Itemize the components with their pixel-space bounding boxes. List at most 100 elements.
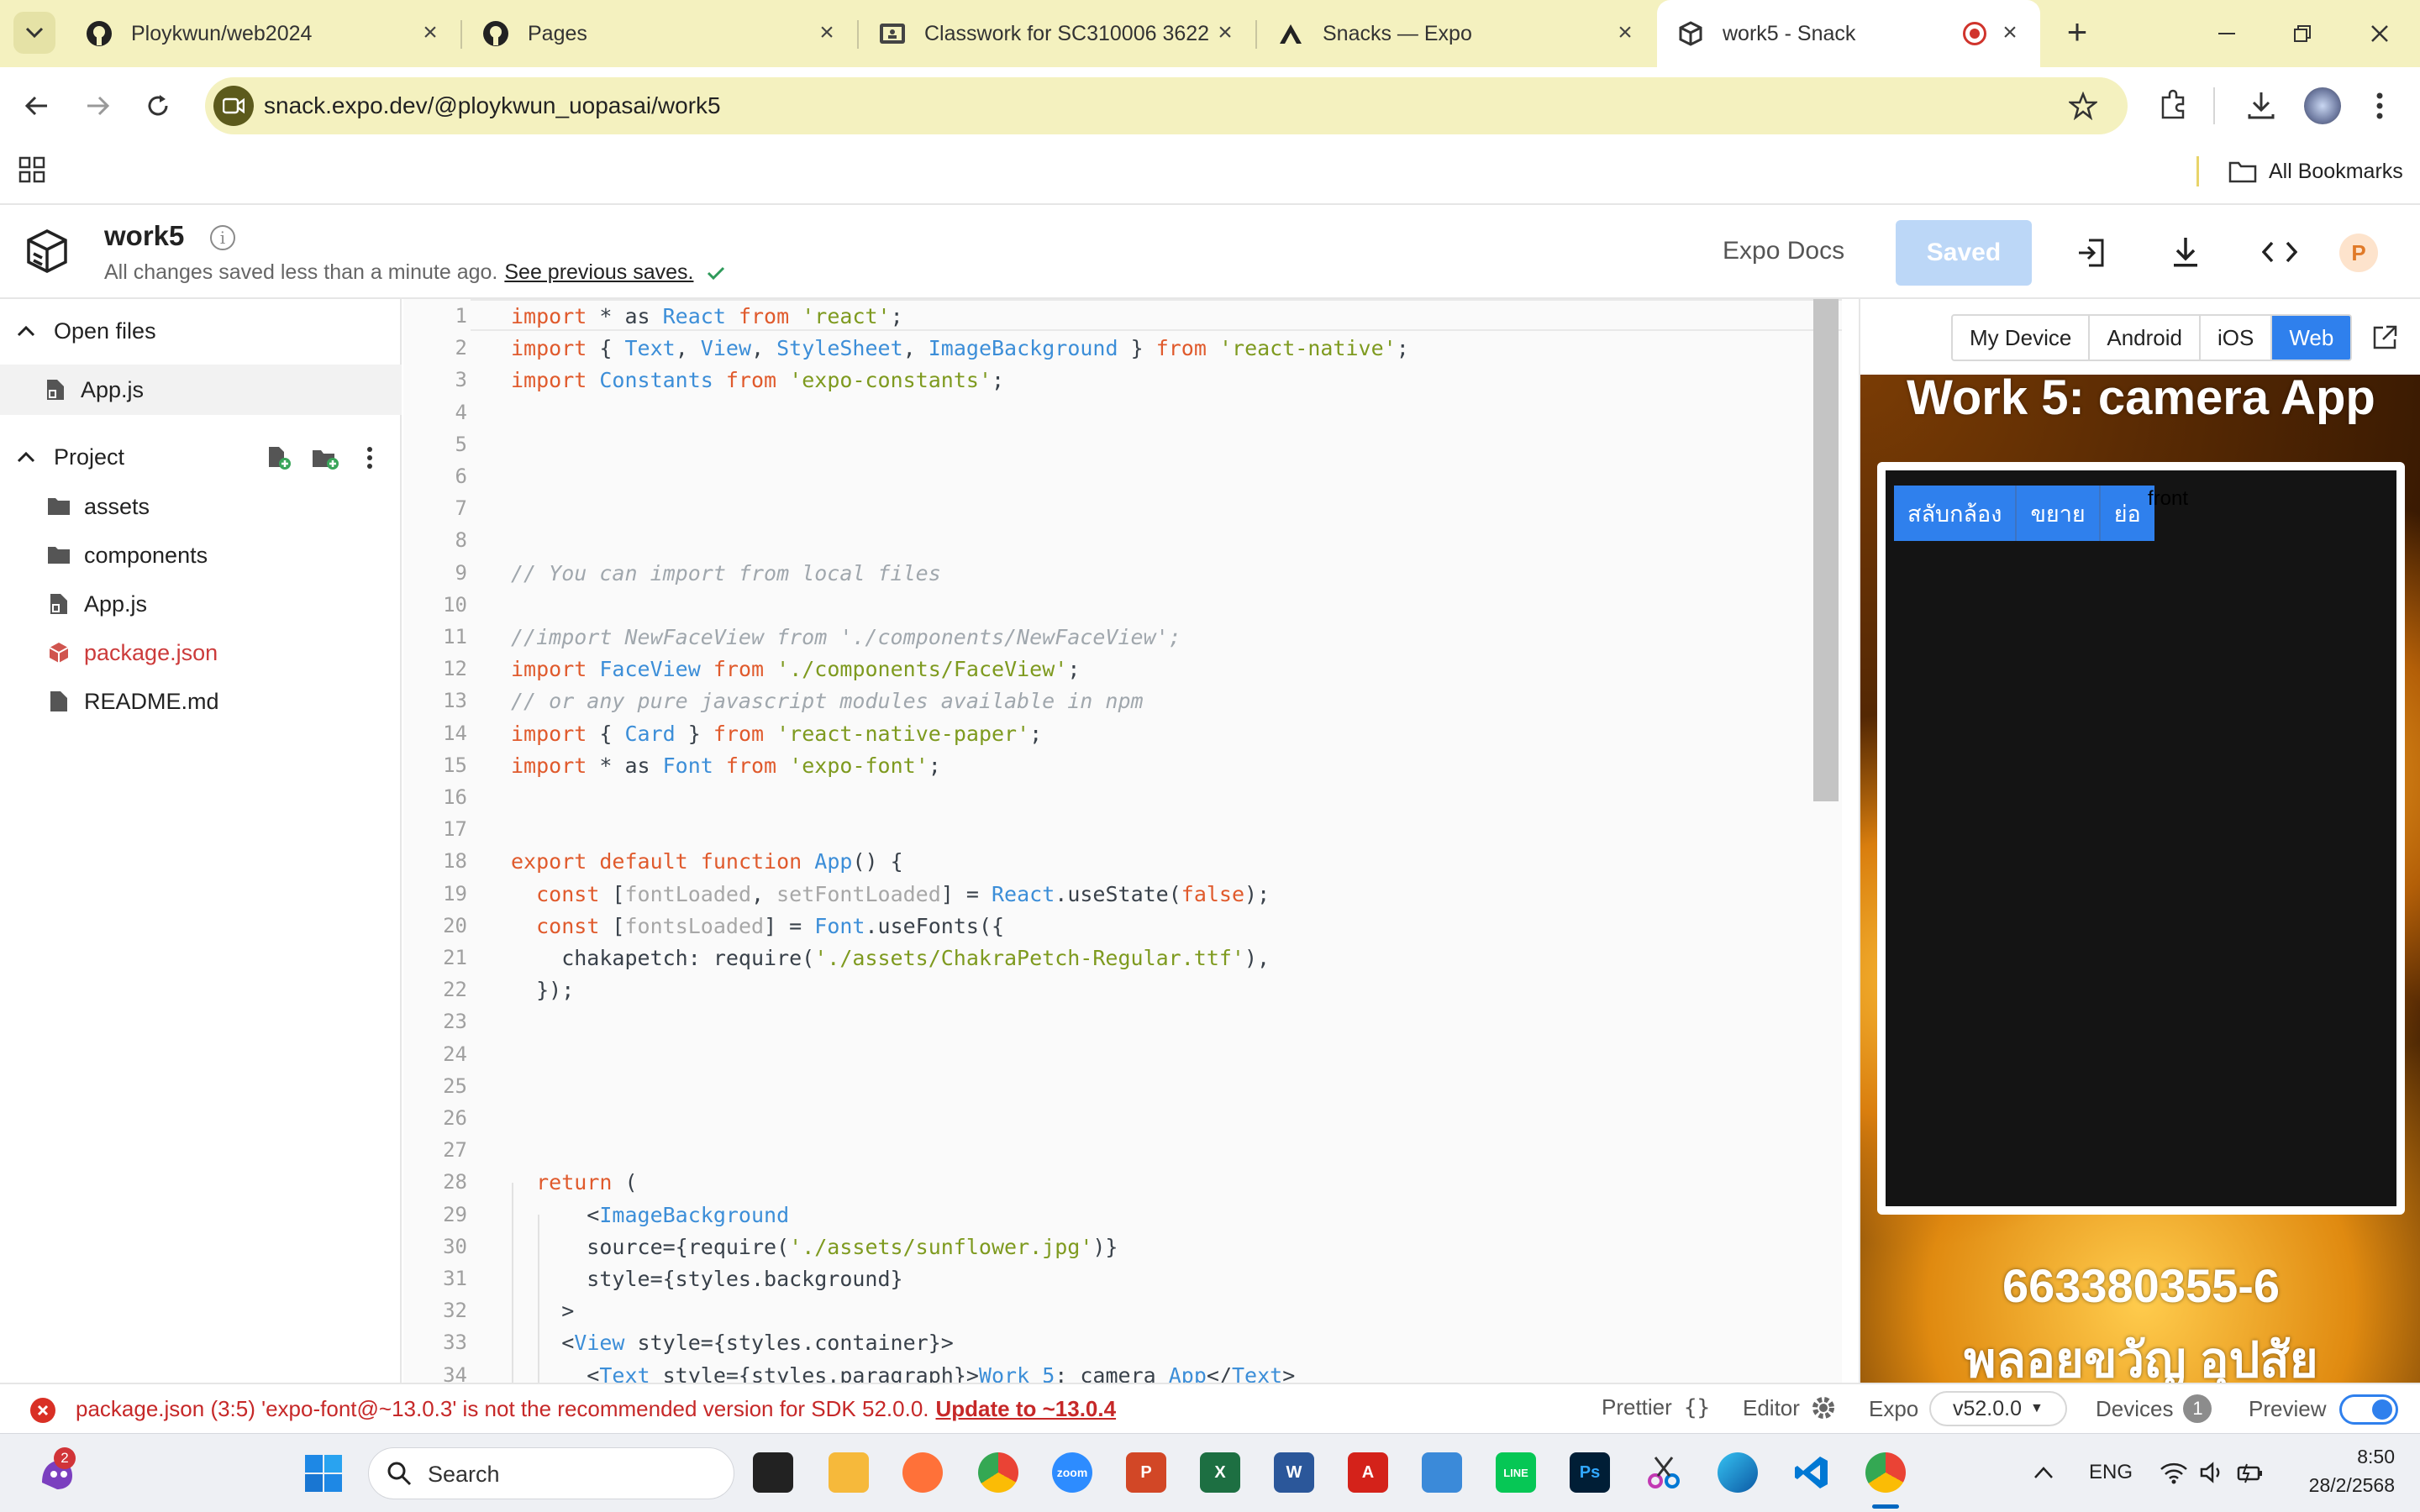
new-tab-button[interactable]: + xyxy=(2057,13,2097,54)
extensions-icon[interactable] xyxy=(2158,89,2190,121)
device-tab-my-device[interactable]: My Device xyxy=(1953,316,2091,360)
firefox-icon[interactable] xyxy=(902,1452,943,1493)
device-tab-ios[interactable]: iOS xyxy=(2201,316,2273,360)
open-files-header[interactable]: Open files xyxy=(0,306,402,356)
photoshop-icon[interactable]: Ps xyxy=(1570,1452,1610,1493)
close-tab-icon[interactable]: × xyxy=(1212,20,1239,47)
new-folder-icon[interactable] xyxy=(311,447,339,470)
code-line: return ( xyxy=(536,1170,638,1195)
error-message[interactable]: package.json (3:5) 'expo-font@~13.0.3' i… xyxy=(76,1396,1116,1422)
update-link[interactable]: Update to ~13.0.4 xyxy=(936,1396,1117,1422)
device-tab-android[interactable]: Android xyxy=(2090,316,2201,360)
close-tab-icon[interactable]: × xyxy=(417,20,444,47)
clock-time[interactable]: 8:50 xyxy=(2294,1446,2395,1468)
open-file-label: App.js xyxy=(81,376,145,402)
previous-saves-link[interactable]: See previous saves. xyxy=(504,260,693,285)
file-explorer-icon[interactable] xyxy=(829,1452,869,1493)
open-file-item[interactable]: App.js xyxy=(0,365,402,415)
browser-tab[interactable]: Pages × xyxy=(462,0,857,67)
devices-button[interactable]: Devices 1 xyxy=(2096,1394,2212,1423)
language-indicator[interactable]: ENG xyxy=(2089,1461,2133,1484)
preview-toggle[interactable] xyxy=(2339,1394,2398,1425)
prettier-label: Prettier xyxy=(1602,1394,1672,1420)
profile-avatar[interactable] xyxy=(2304,87,2341,124)
line-number: 32 xyxy=(443,1299,467,1323)
browser-tab[interactable]: Classwork for SC310006 36220 × xyxy=(859,0,1255,67)
close-tab-icon[interactable]: × xyxy=(1996,20,2023,47)
all-bookmarks-button[interactable]: All Bookmarks xyxy=(2228,156,2403,186)
project-item-assets[interactable]: assets xyxy=(0,482,402,531)
code-editor[interactable]: 1 2 3 4 5 6 7 8 9 10 11 12 13 14 15 16 17 18 19 20 21 22 23 24 2… xyxy=(403,299,1842,1383)
chevron-up-icon[interactable] xyxy=(2033,1466,2054,1479)
more-vert-icon[interactable] xyxy=(2373,91,2386,121)
snipping-tool-icon[interactable] xyxy=(1644,1452,1684,1493)
zoom-in-button[interactable]: ขยาย xyxy=(2017,486,2101,541)
download-icon[interactable] xyxy=(2245,89,2277,121)
close-tab-icon[interactable]: × xyxy=(813,20,840,47)
minimize-button[interactable] xyxy=(2207,13,2247,54)
restore-button[interactable] xyxy=(2282,13,2323,54)
editor-scrollbar[interactable] xyxy=(1813,299,1839,801)
powerpoint-icon[interactable]: P xyxy=(1126,1452,1166,1493)
volume-icon[interactable] xyxy=(2200,1461,2225,1484)
project-item-readme[interactable]: README.md xyxy=(0,677,402,726)
excel-icon[interactable]: X xyxy=(1200,1452,1240,1493)
project-item-app-js[interactable]: App.js xyxy=(0,580,402,628)
back-button[interactable] xyxy=(17,86,57,126)
copilot-icon[interactable]: 2 xyxy=(34,1447,81,1496)
browser-tab-active[interactable]: work5 - Snack × xyxy=(1657,0,2040,67)
windows-start-icon[interactable] xyxy=(304,1454,343,1493)
vscode-icon[interactable] xyxy=(1791,1452,1832,1493)
site-info-icon[interactable] xyxy=(213,86,254,126)
edge-icon[interactable] xyxy=(1718,1452,1758,1493)
sdk-version-select[interactable]: v52.0.0 ▼ xyxy=(1929,1391,2067,1426)
download-icon[interactable] xyxy=(2170,235,2202,269)
close-window-button[interactable] xyxy=(2360,13,2400,54)
forward-button[interactable] xyxy=(77,86,118,126)
device-tab-web[interactable]: Web xyxy=(2272,316,2351,360)
new-file-icon[interactable] xyxy=(267,445,291,470)
chrome-profile-icon[interactable] xyxy=(1865,1452,1906,1493)
reload-button[interactable] xyxy=(138,86,178,126)
notification-badge: 2 xyxy=(54,1447,76,1469)
chrome-icon[interactable] xyxy=(978,1452,1018,1493)
word-icon[interactable]: W xyxy=(1274,1452,1314,1493)
zoom-out-button[interactable]: ย่อ xyxy=(2101,486,2154,541)
tab-search-button[interactable] xyxy=(13,12,55,54)
switch-camera-button[interactable]: สลับกล้อง xyxy=(1894,486,2018,541)
code-line: import { Card } from 'react-native-paper… xyxy=(511,721,1043,746)
camera-view[interactable]: สลับกล้อง ขยาย ย่อ front xyxy=(1886,470,2396,1206)
battery-icon[interactable] xyxy=(2235,1461,2264,1484)
info-icon[interactable]: i xyxy=(210,225,235,250)
address-bar[interactable]: snack.expo.dev/@ploykwun_uopasai/work5 xyxy=(205,77,2128,134)
project-name[interactable]: work5 xyxy=(104,220,184,252)
expo-docs-link[interactable]: Expo Docs xyxy=(1723,237,1844,265)
project-item-package-json[interactable]: package.json xyxy=(0,628,402,677)
saved-button[interactable]: Saved xyxy=(1896,220,2032,286)
project-item-components[interactable]: components xyxy=(0,531,402,580)
prettier-button[interactable]: Prettier {} xyxy=(1602,1394,1710,1420)
task-view-icon[interactable] xyxy=(753,1452,793,1493)
app-preview-screen[interactable]: Work 5: camera App สลับกล้อง ขยาย ย่อ fr… xyxy=(1860,375,2420,1383)
login-icon[interactable] xyxy=(2075,237,2107,269)
bookmark-star-icon[interactable] xyxy=(2069,92,2097,120)
open-external-icon[interactable] xyxy=(2371,324,2398,351)
taskbar-search[interactable]: Search xyxy=(368,1447,734,1499)
close-tab-icon[interactable]: × xyxy=(1612,20,1639,47)
snack-logo-icon[interactable] xyxy=(25,228,69,274)
wifi-icon[interactable] xyxy=(2160,1461,2188,1484)
user-avatar[interactable]: P xyxy=(2339,234,2378,272)
line-number: 4 xyxy=(455,400,467,424)
notepad-icon[interactable] xyxy=(1422,1452,1462,1493)
more-vert-icon[interactable] xyxy=(363,445,376,470)
project-header[interactable]: Project xyxy=(0,432,402,482)
apps-grid-icon[interactable] xyxy=(18,156,45,183)
embed-code-icon[interactable] xyxy=(2262,240,2297,264)
acrobat-icon[interactable]: A xyxy=(1348,1452,1388,1493)
browser-tab[interactable]: Ploykwun/web2024 × xyxy=(66,0,460,67)
line-icon[interactable]: LINE xyxy=(1496,1452,1536,1493)
zoom-icon[interactable]: zoom xyxy=(1052,1452,1092,1493)
editor-settings-button[interactable]: Editor xyxy=(1743,1394,1837,1421)
browser-tab[interactable]: Snacks — Expo × xyxy=(1257,0,1655,67)
clock-date[interactable]: 28/2/2568 xyxy=(2269,1474,2395,1497)
